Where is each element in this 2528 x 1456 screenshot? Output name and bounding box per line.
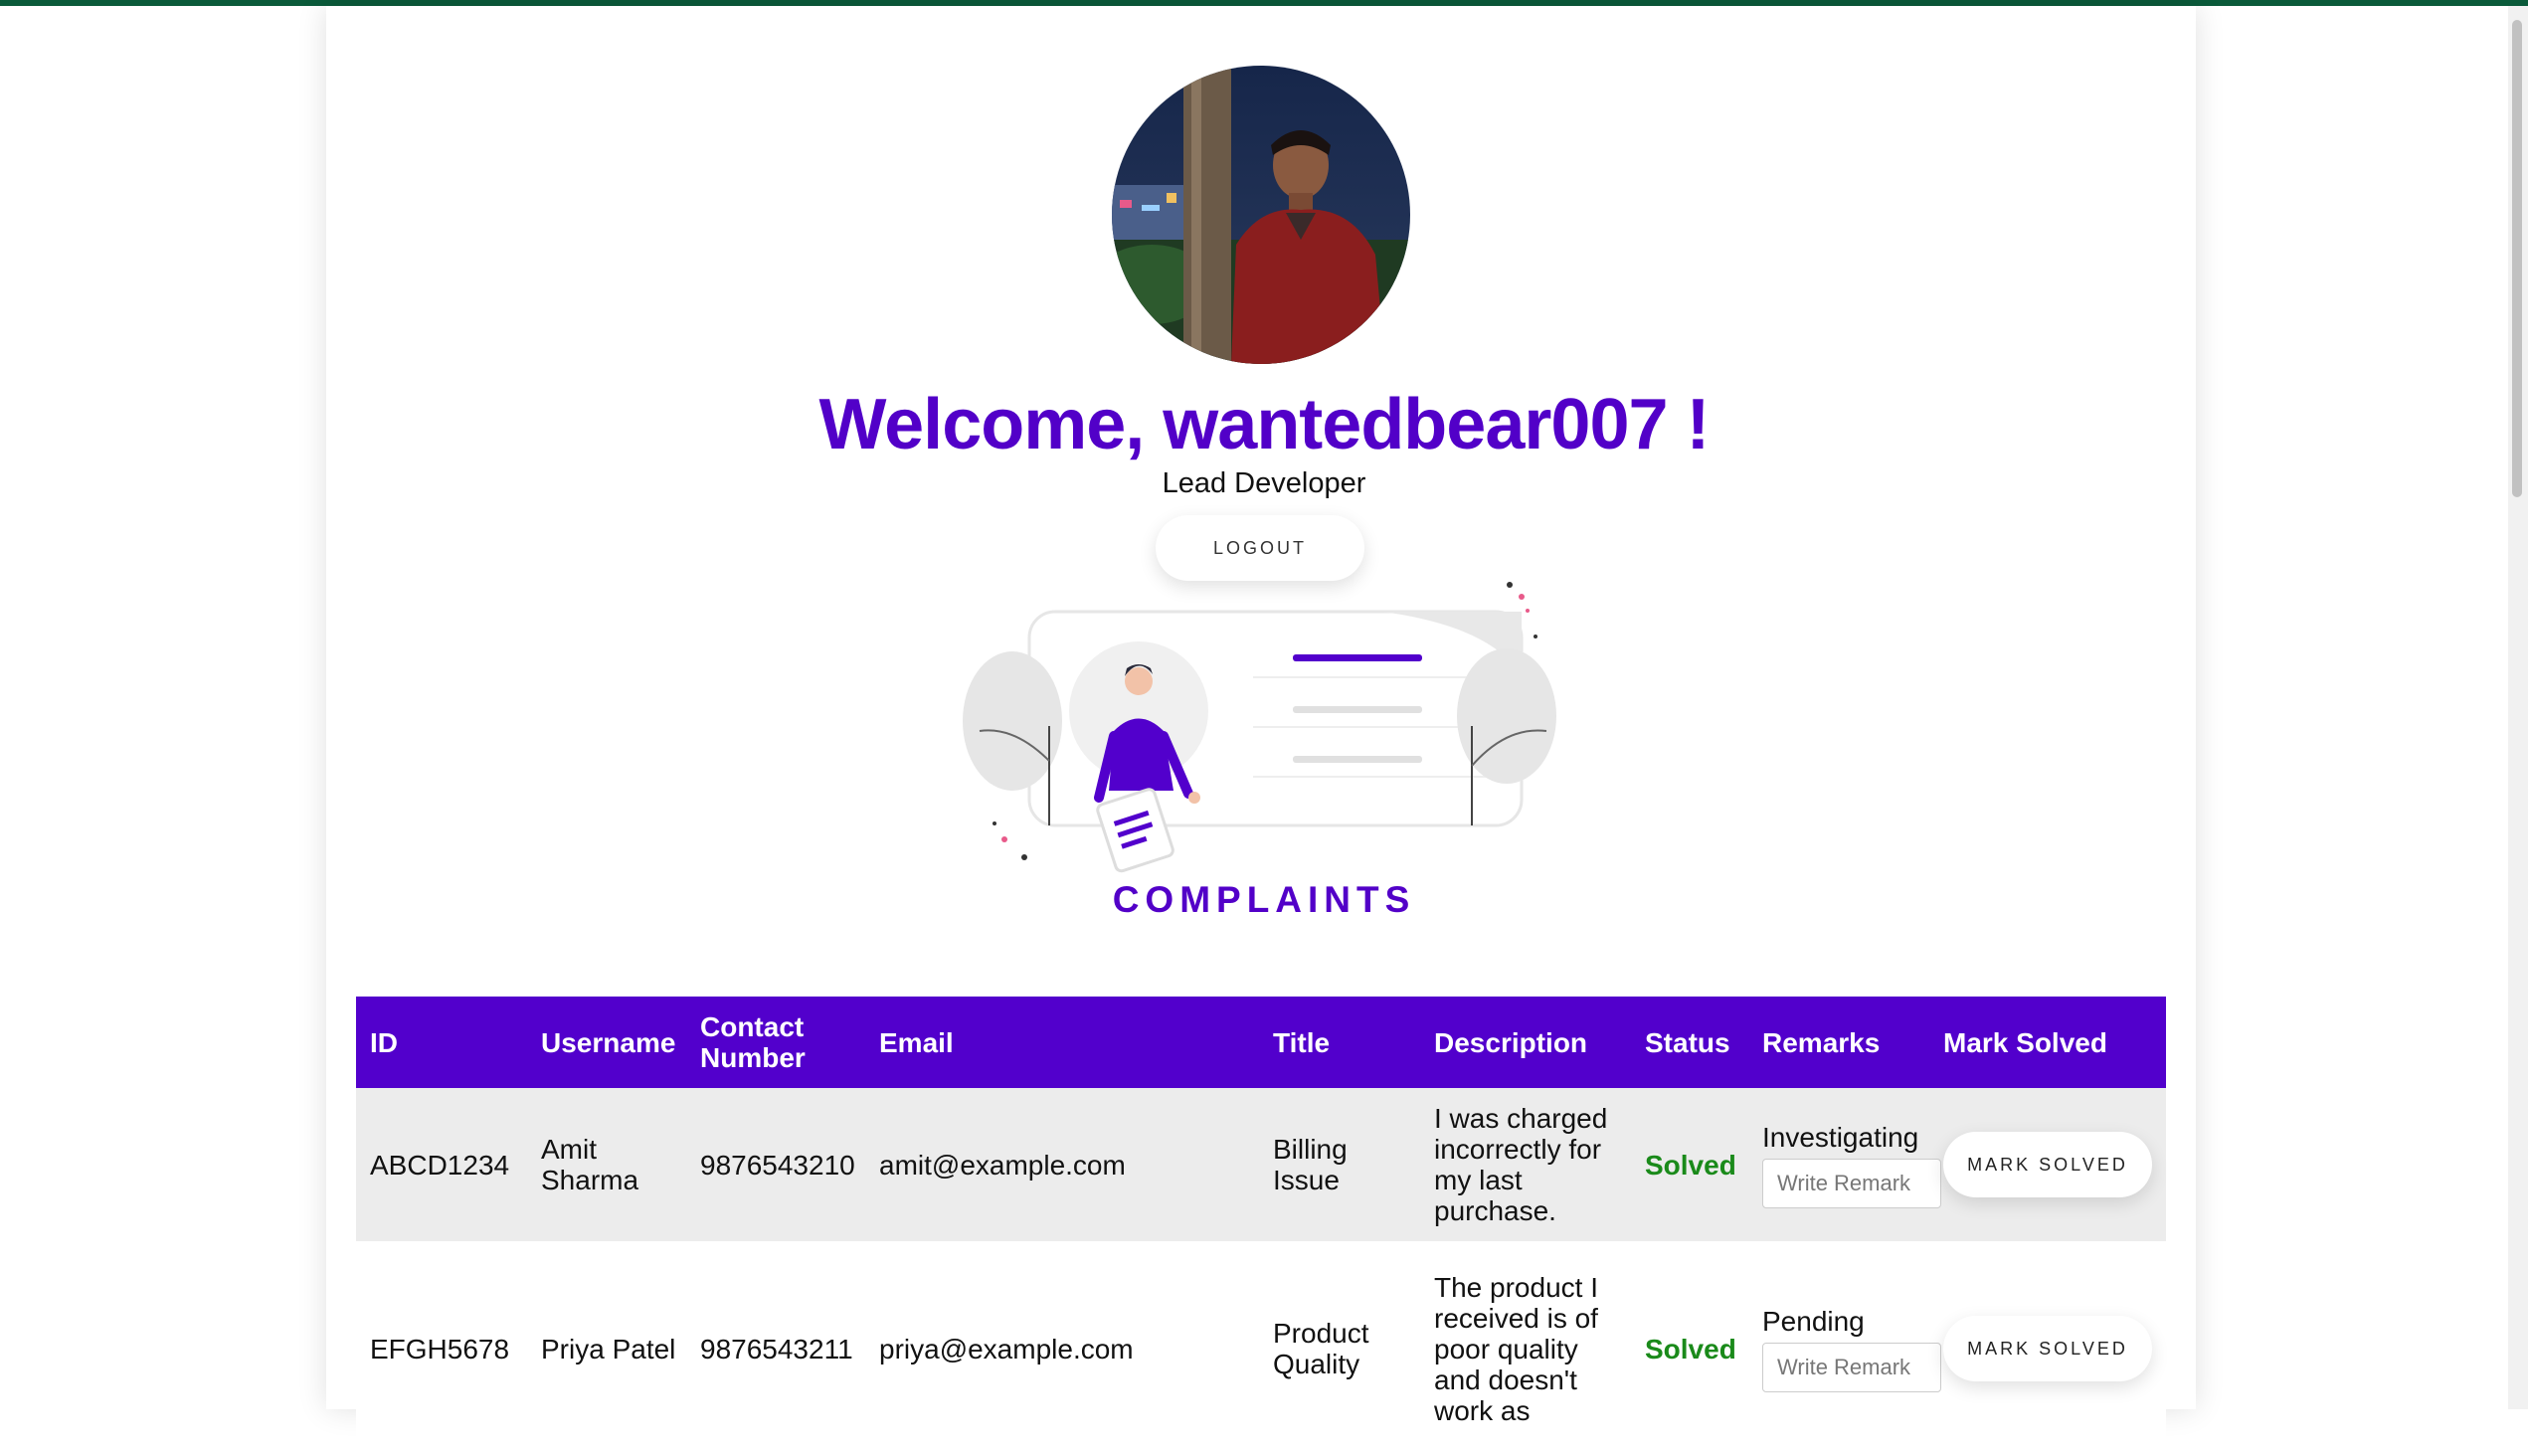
cell-remarks: Investigating (1748, 1088, 1941, 1241)
remark-text: Pending (1762, 1305, 1865, 1337)
column-header-id: ID (370, 1026, 398, 1058)
cell-email: amit@example.com (879, 1149, 1126, 1181)
cell-remarks: Pending (1748, 1241, 1941, 1456)
page-scrollbar[interactable] (2508, 6, 2528, 1409)
complaints-title: COMPLAINTS (1112, 879, 1416, 920)
column-header-status: Status (1645, 1026, 1730, 1058)
logout-button[interactable]: LOGOUT (1156, 515, 1364, 581)
welcome-prefix: Welcome, (818, 385, 1164, 464)
column-header-email: Email (879, 1026, 954, 1058)
table-header-row: ID Username Contact Number Email Title D… (356, 997, 2166, 1088)
cell-username: Amit Sharma (541, 1134, 639, 1195)
status-badge: Solved (1645, 1333, 1736, 1365)
mark-solved-button[interactable]: MARK SOLVED (1943, 1132, 2152, 1197)
cell-contact: 9876543210 (700, 1149, 855, 1181)
cell-description: The product I received is of poor qualit… (1434, 1271, 1598, 1426)
remark-input[interactable] (1762, 1342, 1941, 1392)
remark-input[interactable] (1762, 1158, 1941, 1208)
cell-id: ABCD1234 (370, 1149, 510, 1181)
column-header-remarks: Remarks (1762, 1026, 1881, 1058)
cell-mark-solved: MARK SOLVED (1929, 1088, 2166, 1241)
welcome-suffix: ! (1667, 385, 1711, 464)
cell-description: I was charged incorrectly for my last pu… (1434, 1103, 1608, 1226)
welcome-heading: Welcome, wantedbear007 ! (0, 384, 2528, 465)
cell-mark-solved: MARK SOLVED (1929, 1241, 2166, 1456)
cell-email: priya@example.com (879, 1333, 1134, 1365)
complaints-table: ID Username Contact Number Email Title D… (356, 997, 2166, 1456)
cell-contact: 9876543211 (700, 1333, 853, 1365)
cell-title: Product Quality (1273, 1318, 1369, 1379)
cell-id: EFGH5678 (370, 1333, 510, 1365)
profile-avatar (1112, 66, 1410, 364)
column-header-contact: Contact Number (700, 1011, 806, 1073)
column-header-title: Title (1273, 1026, 1331, 1058)
cell-title: Billing Issue (1273, 1134, 1348, 1195)
column-header-username: Username (541, 1026, 676, 1058)
status-badge: Solved (1645, 1149, 1736, 1181)
table-row: ABCD1234 Amit Sharma 9876543210 amit@exa… (356, 1088, 2166, 1241)
complaints-illustration (963, 582, 1556, 873)
table-row: EFGH5678 Priya Patel 9876543211 priya@ex… (356, 1241, 2166, 1456)
user-role: Lead Developer (1162, 467, 1366, 499)
remark-text: Investigating (1762, 1121, 1919, 1153)
column-header-mark-solved: Mark Solved (1943, 1026, 2107, 1058)
welcome-username: wantedbear007 (1163, 385, 1668, 464)
mark-solved-button[interactable]: MARK SOLVED (1943, 1316, 2152, 1381)
column-header-description: Description (1434, 1026, 1588, 1058)
cell-username: Priya Patel (541, 1333, 676, 1365)
